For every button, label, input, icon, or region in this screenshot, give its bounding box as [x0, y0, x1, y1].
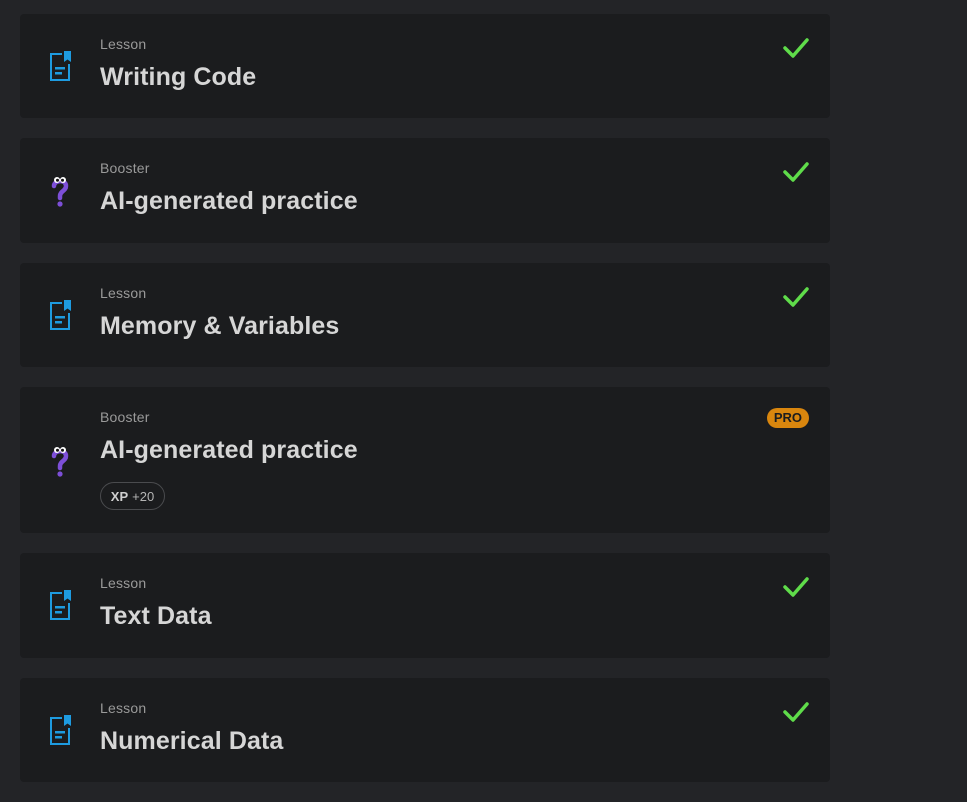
xp-value: +20	[132, 488, 155, 504]
item-title: Numerical Data	[100, 727, 284, 755]
item-type-label: Booster	[100, 409, 150, 425]
lesson-card-writing-code[interactable]: Lesson Writing Code	[20, 14, 830, 118]
lesson-document-icon	[50, 300, 71, 330]
lesson-list: Lesson Writing Code Booster AI-generated…	[20, 14, 830, 802]
xp-reward-pill: XP +20	[100, 482, 165, 510]
checkmark-icon	[783, 577, 809, 597]
item-title: AI-generated practice	[100, 436, 358, 464]
item-type-label: Lesson	[100, 700, 147, 716]
item-type-label: Lesson	[100, 285, 147, 301]
item-type-label: Lesson	[100, 36, 147, 52]
checkmark-icon	[783, 162, 809, 182]
item-title: Writing Code	[100, 63, 257, 91]
booster-card-ai-practice-pro[interactable]: Booster AI-generated practice PRO XP +20	[20, 387, 830, 533]
lesson-card-memory-variables[interactable]: Lesson Memory & Variables	[20, 263, 830, 367]
item-title: AI-generated practice	[100, 187, 358, 215]
item-type-label: Lesson	[100, 575, 147, 591]
pro-badge: PRO	[766, 408, 809, 428]
question-mark-mascot-icon	[51, 177, 69, 207]
question-mark-mascot-icon	[51, 447, 69, 477]
booster-card-ai-practice[interactable]: Booster AI-generated practice	[20, 138, 830, 243]
xp-label: XP	[110, 488, 129, 504]
item-title: Memory & Variables	[100, 312, 340, 340]
lesson-document-icon	[50, 51, 71, 81]
checkmark-icon	[783, 38, 809, 58]
lesson-card-numerical-data[interactable]: Lesson Numerical Data	[20, 678, 830, 782]
lesson-card-text-data[interactable]: Lesson Text Data	[20, 553, 830, 658]
item-type-label: Booster	[100, 160, 150, 176]
lesson-document-icon	[50, 715, 71, 745]
checkmark-icon	[783, 287, 809, 307]
checkmark-icon	[783, 702, 809, 722]
item-title: Text Data	[100, 602, 212, 630]
lesson-document-icon	[50, 590, 71, 620]
